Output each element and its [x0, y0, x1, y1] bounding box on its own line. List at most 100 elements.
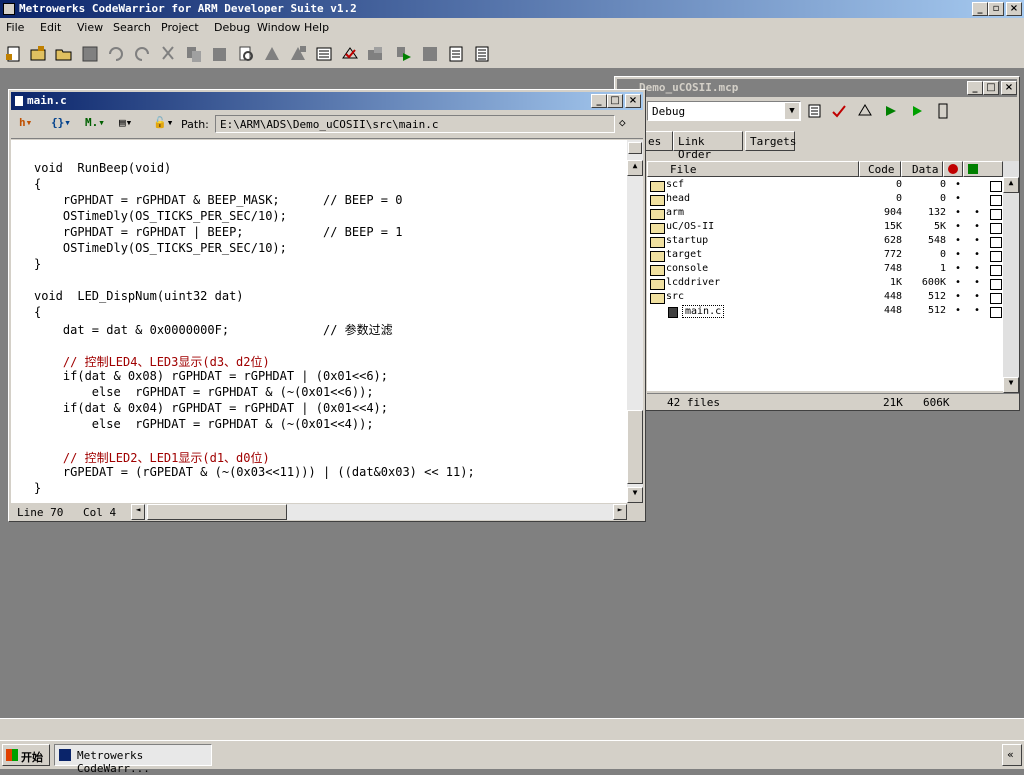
menu-edit[interactable]: Edit: [40, 21, 61, 34]
find-icon[interactable]: [236, 44, 256, 64]
undo-icon[interactable]: [106, 44, 126, 64]
debug-marker[interactable]: •: [955, 277, 961, 288]
column-debug[interactable]: [943, 161, 963, 177]
editor-hscrollbar[interactable]: ◄ ►: [131, 504, 627, 520]
chevron-down-icon[interactable]: ▼: [785, 103, 799, 119]
debug-target-icon[interactable]: [883, 103, 899, 119]
target-marker[interactable]: •: [974, 277, 980, 288]
copy-icon[interactable]: [184, 44, 204, 64]
editor-close-button[interactable]: ×: [625, 94, 641, 108]
debug-marker[interactable]: •: [955, 193, 961, 204]
target-marker[interactable]: •: [974, 221, 980, 232]
debug-marker[interactable]: •: [955, 249, 961, 260]
redo-icon[interactable]: [132, 44, 152, 64]
diamond-icon[interactable]: ◇: [619, 116, 626, 129]
debug-marker[interactable]: •: [955, 179, 961, 190]
menu-file[interactable]: File: [6, 21, 24, 34]
project-inspector-icon[interactable]: [935, 103, 951, 119]
menu-view[interactable]: View: [77, 21, 103, 34]
cut-icon[interactable]: [158, 44, 178, 64]
menu-help[interactable]: Help: [304, 21, 329, 34]
target-marker[interactable]: •: [974, 249, 980, 260]
find-next-icon[interactable]: [262, 44, 282, 64]
debug-marker[interactable]: •: [955, 291, 961, 302]
file-row[interactable]: arm 904 132 • •: [648, 207, 1018, 221]
file-menu-icon[interactable]: [990, 237, 1002, 248]
header-files-icon[interactable]: h▾: [19, 116, 32, 129]
new-text-icon[interactable]: [4, 44, 24, 64]
file-row[interactable]: target 772 0 • •: [648, 249, 1018, 263]
debug-marker[interactable]: •: [955, 263, 961, 274]
target-marker[interactable]: •: [974, 263, 980, 274]
markers-icon[interactable]: M.▾: [85, 116, 105, 129]
hscroll-thumb[interactable]: [147, 504, 287, 520]
file-menu-icon[interactable]: [990, 209, 1002, 220]
file-row[interactable]: head 0 0 •: [648, 193, 1018, 207]
open-icon[interactable]: [54, 44, 74, 64]
debug-marker[interactable]: •: [955, 221, 961, 232]
file-row[interactable]: uC/OS-II 15K 5K • •: [648, 221, 1018, 235]
target-marker[interactable]: •: [974, 305, 980, 316]
project-window-icon[interactable]: [472, 44, 492, 64]
tab-targets[interactable]: Targets: [745, 131, 796, 151]
column-data[interactable]: Data: [901, 161, 943, 177]
compile-icon[interactable]: [340, 44, 360, 64]
project-minimize-button[interactable]: _: [967, 81, 983, 95]
split-box[interactable]: [628, 142, 642, 154]
file-menu-icon[interactable]: [990, 265, 1002, 276]
file-menu-icon[interactable]: [990, 251, 1002, 262]
tab-link-order[interactable]: Link Order: [673, 131, 743, 161]
check-syntax-icon[interactable]: [831, 103, 847, 119]
make-icon[interactable]: [366, 44, 386, 64]
target-marker[interactable]: •: [974, 291, 980, 302]
file-row[interactable]: startup 628 548 • •: [648, 235, 1018, 249]
project-maximize-button[interactable]: □: [983, 81, 999, 95]
replace-icon[interactable]: [288, 44, 308, 64]
target-select[interactable]: Debug ▼: [647, 101, 801, 121]
file-menu-icon[interactable]: [990, 307, 1002, 318]
file-row[interactable]: console 748 1 • •: [648, 263, 1018, 277]
column-target[interactable]: [963, 161, 1003, 177]
editor-minimize-button[interactable]: _: [591, 94, 607, 108]
debug-marker[interactable]: •: [955, 235, 961, 246]
save-icon[interactable]: [80, 44, 100, 64]
make-target-icon[interactable]: [857, 103, 873, 119]
menu-search[interactable]: Search: [113, 21, 151, 34]
file-menu-icon[interactable]: [990, 279, 1002, 290]
menu-project[interactable]: Project: [161, 21, 199, 34]
file-menu-icon[interactable]: [990, 195, 1002, 206]
editor-maximize-button[interactable]: □: [607, 94, 623, 108]
file-menu-icon[interactable]: [990, 223, 1002, 234]
editor-vscrollbar[interactable]: ▲ ▼: [627, 140, 643, 503]
file-row[interactable]: lcddriver 1K 600K • •: [648, 277, 1018, 291]
run-target-icon[interactable]: [909, 103, 925, 119]
start-button[interactable]: 开始: [2, 744, 50, 766]
menu-window[interactable]: Window: [257, 21, 300, 34]
new-project-icon[interactable]: [28, 44, 48, 64]
debug-marker[interactable]: •: [955, 207, 961, 218]
target-marker[interactable]: •: [974, 207, 980, 218]
menu-debug[interactable]: Debug: [214, 21, 250, 34]
column-code[interactable]: Code: [859, 161, 901, 177]
debug-marker[interactable]: •: [955, 305, 961, 316]
lock-icon[interactable]: 🔓▾: [153, 116, 173, 129]
functions-icon[interactable]: {}▾: [51, 116, 71, 129]
paste-icon[interactable]: [210, 44, 230, 64]
restore-button[interactable]: ▫: [988, 2, 1004, 16]
tray-expand-button[interactable]: «: [1002, 744, 1022, 766]
scroll-thumb[interactable]: [627, 410, 643, 484]
file-list-icon[interactable]: [314, 44, 334, 64]
target-settings-icon[interactable]: [807, 103, 823, 119]
file-menu-icon[interactable]: [990, 181, 1002, 192]
taskbar-codewarrior-button[interactable]: Metrowerks CodeWarr...: [54, 744, 212, 775]
tab-files[interactable]: es: [645, 131, 673, 151]
file-menu-icon[interactable]: [990, 293, 1002, 304]
document-settings-icon[interactable]: ▤▾: [119, 116, 132, 129]
new-file-icon[interactable]: [446, 44, 466, 64]
debug-run-icon[interactable]: [394, 44, 414, 64]
target-marker[interactable]: •: [974, 235, 980, 246]
file-row[interactable]: src 448 512 • •: [648, 291, 1018, 305]
file-row[interactable]: main.c 448 512 • •: [648, 305, 1018, 319]
column-file[interactable]: File: [647, 161, 859, 177]
minimize-button[interactable]: _: [972, 2, 988, 16]
